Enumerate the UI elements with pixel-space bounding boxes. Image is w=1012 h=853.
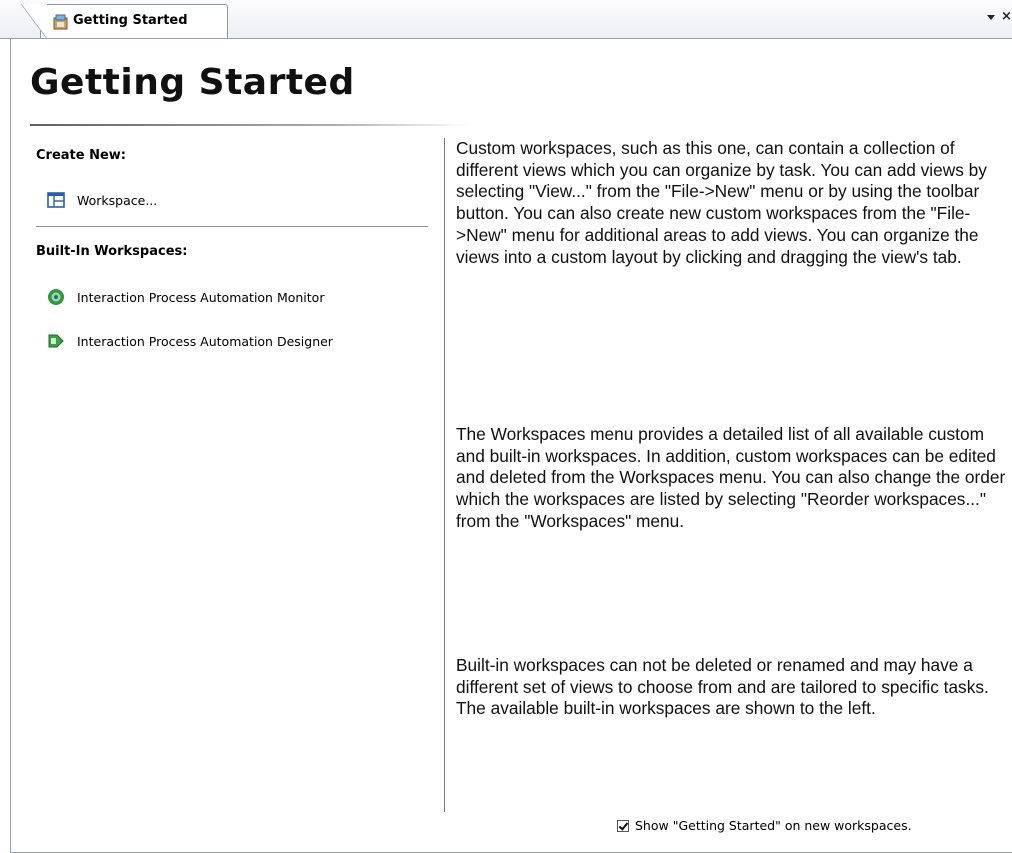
description-paragraph: The Workspaces menu provides a detailed …	[456, 424, 1006, 531]
workspace-icon	[47, 192, 65, 208]
create-workspace-link[interactable]: Workspace...	[46, 190, 157, 210]
designer-workspace-link[interactable]: Interaction Process Automation Designer	[46, 331, 333, 351]
description-paragraph: Built-in workspaces can not be deleted o…	[456, 655, 989, 719]
builtin-workspaces-heading: Built-In Workspaces:	[36, 244, 188, 259]
column-divider	[444, 138, 445, 812]
close-icon[interactable]: ×	[1001, 9, 1012, 24]
show-getting-started-label: Show "Getting Started" on new workspaces…	[635, 818, 912, 833]
monitor-workspace-link[interactable]: Interaction Process Automation Monitor	[46, 287, 324, 307]
monitor-workspace-label: Interaction Process Automation Monitor	[77, 289, 325, 305]
create-new-heading: Create New:	[36, 148, 127, 163]
section-divider	[36, 226, 428, 227]
tab-strip: Getting Started ×	[0, 0, 1012, 39]
page-title: Getting Started	[30, 62, 355, 103]
tab-getting-started[interactable]: Getting Started	[21, 4, 228, 39]
show-getting-started-option[interactable]: Show "Getting Started" on new workspaces…	[617, 818, 912, 833]
monitor-icon	[48, 289, 64, 305]
getting-started-icon	[53, 14, 68, 30]
chevron-down-icon[interactable]	[986, 12, 996, 22]
window-border	[10, 38, 11, 853]
create-workspace-label: Workspace...	[77, 192, 158, 208]
designer-icon	[48, 334, 64, 348]
tab-label: Getting Started	[73, 13, 188, 28]
show-getting-started-checkbox[interactable]	[617, 819, 629, 832]
designer-workspace-label: Interaction Process Automation Designer	[77, 333, 333, 349]
title-divider	[30, 124, 470, 126]
description-paragraph: Custom workspaces, such as this one, can…	[456, 138, 987, 267]
